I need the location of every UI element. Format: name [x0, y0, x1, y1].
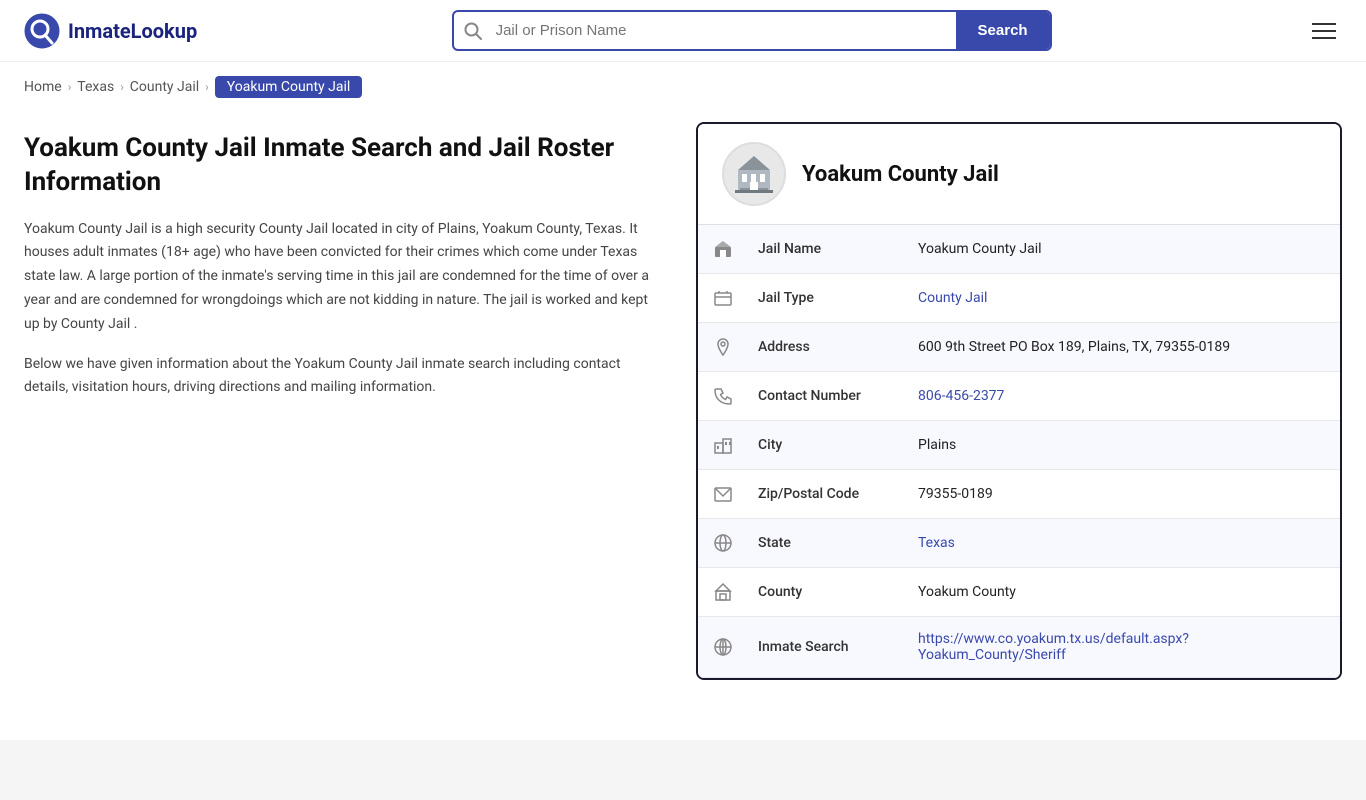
search-input[interactable] — [492, 12, 956, 49]
table-row: CityPlains — [698, 421, 1340, 470]
logo-text: InmateLookup — [68, 19, 197, 43]
jail-card-title: Yoakum County Jail — [802, 162, 999, 187]
table-row: Inmate Search https://www.co.yoakum.tx.us… — [698, 617, 1340, 678]
info-link-8[interactable]: https://www.co.yoakum.tx.us/default.aspx… — [918, 631, 1189, 663]
info-label-2: Address — [748, 325, 908, 369]
logo-icon — [24, 13, 60, 49]
jail-avatar — [722, 142, 786, 206]
info-value-4: Plains — [908, 423, 1340, 467]
table-row: Zip/Postal Code79355-0189 — [698, 470, 1340, 519]
info-label-3: Contact Number — [748, 374, 908, 418]
search-button[interactable]: Search — [956, 12, 1050, 49]
page-desc-2: Below we have given information about th… — [24, 353, 664, 401]
table-row: CountyYoakum County — [698, 568, 1340, 617]
right-panel: Yoakum County Jail Jail NameYoakum Count… — [696, 112, 1342, 680]
type-icon — [698, 274, 748, 322]
zip-icon — [698, 470, 748, 518]
header: InmateLookup Search — [0, 0, 1366, 62]
logo-link[interactable]: InmateLookup — [24, 13, 197, 49]
info-link-3[interactable]: 806-456-2377 — [918, 388, 1004, 404]
jail-icon — [698, 225, 748, 273]
phone-icon — [698, 372, 748, 420]
info-label-4: City — [748, 423, 908, 467]
breadcrumb-home[interactable]: Home — [24, 79, 62, 95]
page-title: Yoakum County Jail Inmate Search and Jai… — [24, 132, 664, 200]
info-link-1[interactable]: County Jail — [918, 290, 987, 306]
info-label-7: County — [748, 570, 908, 614]
breadcrumb-state[interactable]: Texas — [77, 79, 114, 95]
globe-icon — [698, 623, 748, 671]
footer — [0, 740, 1366, 800]
table-row: Jail Type County Jail — [698, 274, 1340, 323]
info-value-6[interactable]: Texas — [908, 521, 1340, 565]
state-icon — [698, 519, 748, 567]
info-value-2: 600 9th Street PO Box 189, Plains, TX, 7… — [908, 325, 1340, 369]
table-row: Jail NameYoakum County Jail — [698, 225, 1340, 274]
breadcrumb-type[interactable]: County Jail — [130, 79, 199, 95]
breadcrumb-sep-3: › — [205, 80, 209, 94]
info-link-6[interactable]: Texas — [918, 535, 955, 551]
info-value-5: 79355-0189 — [908, 472, 1340, 516]
info-value-7: Yoakum County — [908, 570, 1340, 614]
info-rows: Jail NameYoakum County JailJail Type Coun… — [698, 225, 1340, 678]
city-icon — [698, 421, 748, 469]
jail-card-header: Yoakum County Jail — [698, 124, 1340, 225]
info-value-3[interactable]: 806-456-2377 — [908, 374, 1340, 418]
breadcrumb-sep-1: › — [68, 80, 72, 94]
table-row: Address600 9th Street PO Box 189, Plains… — [698, 323, 1340, 372]
menu-button[interactable] — [1306, 17, 1342, 45]
search-bar: Search — [452, 10, 1052, 51]
info-label-0: Jail Name — [748, 227, 908, 271]
left-panel: Yoakum County Jail Inmate Search and Jai… — [24, 112, 664, 680]
info-label-5: Zip/Postal Code — [748, 472, 908, 516]
info-value-8[interactable]: https://www.co.yoakum.tx.us/default.aspx… — [908, 617, 1340, 677]
info-label-8: Inmate Search — [748, 625, 908, 669]
jail-card: Yoakum County Jail Jail NameYoakum Count… — [696, 122, 1342, 680]
address-icon — [698, 323, 748, 371]
table-row: Contact Number 806-456-2377 — [698, 372, 1340, 421]
info-value-0: Yoakum County Jail — [908, 227, 1340, 271]
table-row: State Texas — [698, 519, 1340, 568]
info-label-6: State — [748, 521, 908, 565]
search-icon — [454, 22, 492, 40]
breadcrumb-sep-2: › — [120, 80, 124, 94]
main-content: Yoakum County Jail Inmate Search and Jai… — [0, 112, 1366, 720]
info-value-1[interactable]: County Jail — [908, 276, 1340, 320]
breadcrumb-current: Yoakum County Jail — [215, 76, 363, 98]
county-icon — [698, 568, 748, 616]
info-label-1: Jail Type — [748, 276, 908, 320]
page-desc-1: Yoakum County Jail is a high security Co… — [24, 218, 664, 337]
breadcrumb: Home › Texas › County Jail › Yoakum Coun… — [0, 62, 1366, 112]
